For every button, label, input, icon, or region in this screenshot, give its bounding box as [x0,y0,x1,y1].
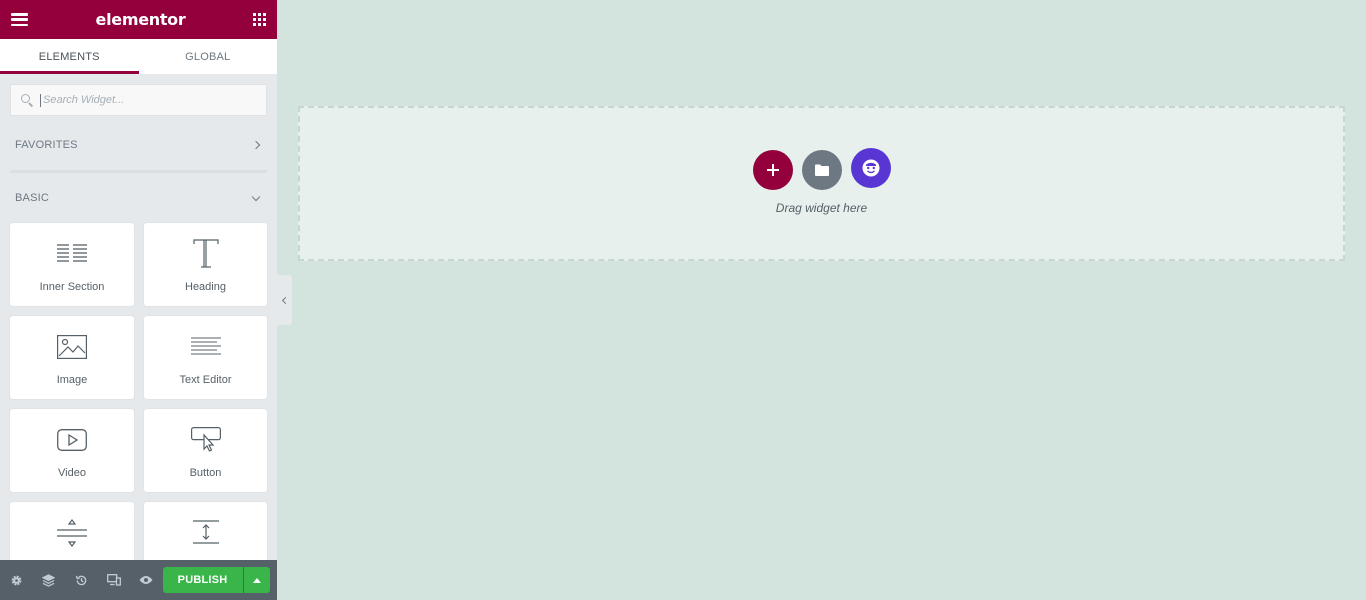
search-icon [21,93,34,107]
dropzone-buttons [752,148,891,190]
widget-grid: Inner Section Heading Image Text Editor … [0,223,277,585]
publish-button[interactable]: PUBLISH [162,567,243,593]
add-section-button[interactable] [752,150,793,190]
publish-options-button[interactable] [243,567,270,593]
widget-label: Inner Section [39,281,105,293]
responsive-icon[interactable] [98,560,131,600]
empty-section-dropzone[interactable]: Drag widget here [298,106,1345,261]
widget-inner-section[interactable]: Inner Section [10,223,134,306]
caret-up-icon [252,577,261,583]
widget-label: Button [189,467,222,479]
widget-label: Text Editor [179,374,232,386]
category-favorites-label: FAVORITES [15,139,78,151]
divider-icon [57,516,87,550]
video-icon [57,423,87,457]
button-icon [190,423,221,457]
elementor-kit-icon [862,159,879,177]
widget-label: Video [58,467,86,479]
widget-heading[interactable]: Heading [144,223,267,306]
search-input[interactable] [40,93,240,107]
spacer-icon [191,516,221,550]
inner-section-icon [57,237,87,271]
drag-widget-text: Drag widget here [775,201,868,215]
preview-icon[interactable] [130,560,163,600]
search-wrapper [0,74,277,116]
add-template-button[interactable] [801,150,842,190]
tab-elements[interactable]: ELEMENTS [0,39,139,74]
add-section-icon [766,164,779,176]
elementor-kit-button[interactable] [850,148,891,188]
panel-header: elementor [0,0,277,39]
widget-text-editor[interactable]: Text Editor [144,316,267,399]
panel-footer: PUBLISH [0,560,277,600]
widget-label: Heading [185,281,226,293]
apps-grid-icon[interactable] [253,13,266,26]
editor-panel: elementor ELEMENTS GLOBAL FAVORITES BASI… [0,0,277,600]
panel-collapse-handle[interactable] [277,275,292,325]
history-icon[interactable] [65,560,98,600]
category-basic-label: BASIC [15,192,50,204]
widget-image[interactable]: Image [10,316,134,399]
widget-button[interactable]: Button [144,409,267,492]
tab-global[interactable]: GLOBAL [139,39,278,74]
text-editor-icon [190,330,221,364]
navigator-icon[interactable] [33,560,66,600]
search-box [10,84,267,116]
settings-icon[interactable] [0,560,33,600]
folder-icon [814,164,829,176]
category-favorites[interactable]: FAVORITES [0,120,277,170]
elementor-logo: elementor [95,10,186,29]
category-basic[interactable]: BASIC [0,173,277,223]
heading-icon [192,237,219,271]
image-icon [57,330,87,364]
panel-tabs: ELEMENTS GLOBAL [0,39,277,74]
widget-video[interactable]: Video [10,409,134,492]
widget-label: Image [56,374,88,386]
chevron-down-icon [251,192,261,201]
chevron-right-icon [251,140,261,150]
hamburger-icon[interactable] [11,13,28,26]
chevron-left-icon [281,296,290,304]
